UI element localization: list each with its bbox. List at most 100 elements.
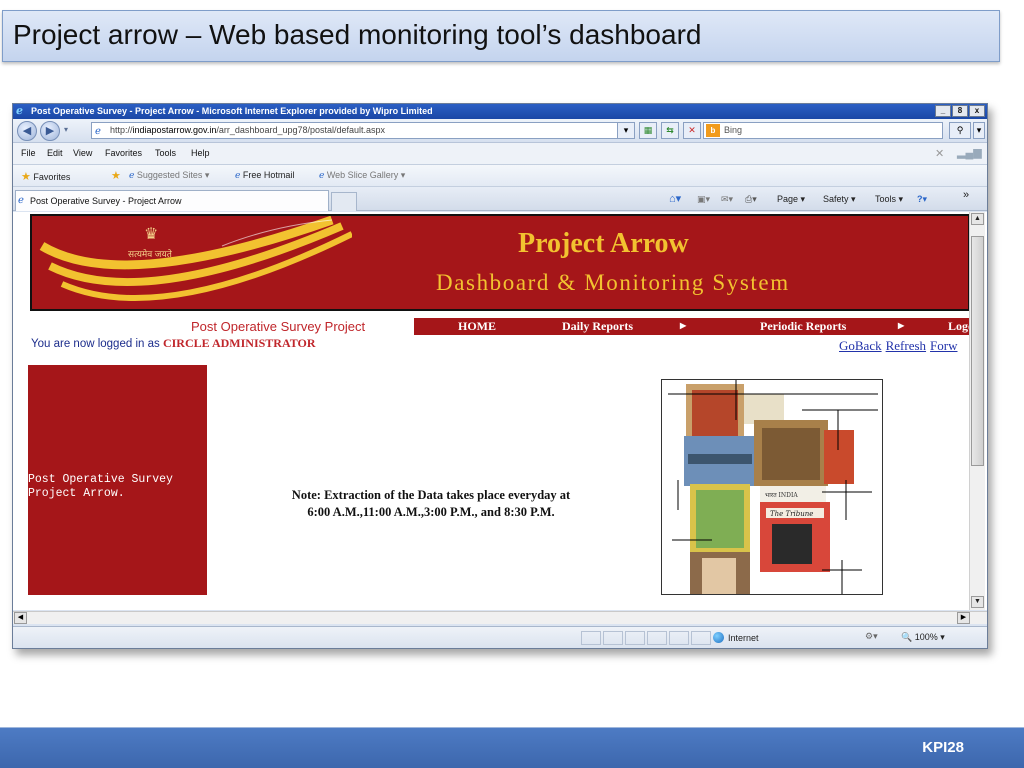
signal-icon: ▂▄▆: [957, 147, 982, 159]
stamp-collage-image: भारत INDIA The Tribune: [661, 379, 883, 595]
mail-icon[interactable]: ✉▾: [721, 194, 733, 205]
scroll-down-icon[interactable]: ▼: [971, 596, 984, 608]
zoom-icon: 🔍: [901, 632, 913, 642]
help-icon[interactable]: ?▾: [917, 194, 927, 205]
home-icon[interactable]: ⌂▾: [669, 192, 681, 205]
ie-logo-icon: ℯ: [16, 105, 23, 117]
site-nav: HOME Daily Reports ▶ Periodic Reports ▶ …: [414, 318, 974, 335]
login-status: You are now logged in as CIRCLE ADMINIST…: [31, 336, 316, 351]
login-prefix: You are now logged in as: [31, 338, 160, 350]
status-bar: Internet ⚙▾ 🔍 100% ▾: [13, 626, 987, 648]
scroll-right-icon[interactable]: ▶: [957, 612, 970, 624]
refresh-link[interactable]: Refresh: [886, 338, 926, 353]
new-tab-button[interactable]: [331, 192, 357, 211]
bing-logo-icon: b: [706, 124, 720, 137]
protected-mode-icon[interactable]: ⚙▾: [865, 631, 878, 642]
search-input[interactable]: b Bing: [703, 122, 943, 139]
scroll-up-icon[interactable]: ▲: [971, 213, 984, 225]
favorites-bar: ★ Favorites ★ ℯ Suggested Sites ▾ ℯ Free…: [13, 165, 987, 187]
address-bar[interactable]: ℯ http://indiapostarrow.gov.in/arr_dashb…: [91, 122, 621, 139]
zoom-level: 100%: [914, 632, 938, 642]
favorites-label: Favorites: [33, 172, 71, 182]
stop-icon[interactable]: ✕: [683, 122, 701, 139]
extraction-note: Note: Extraction of the Data takes place…: [291, 488, 571, 519]
stamp-tribune-text: The Tribune: [770, 510, 813, 518]
refresh-icon[interactable]: ⇆: [661, 122, 679, 139]
menu-view[interactable]: View: [73, 148, 92, 158]
status-cell: [669, 631, 689, 645]
add-favorites-icon[interactable]: ★: [111, 169, 121, 182]
vertical-scroll-thumb[interactable]: [971, 236, 984, 466]
periodic-reports-arrow-icon: ▶: [898, 321, 905, 330]
scroll-left-icon[interactable]: ◀: [14, 612, 27, 624]
feeds-icon[interactable]: ▣▾: [697, 194, 710, 205]
status-cell: [691, 631, 711, 645]
free-hotmail-link[interactable]: ℯ Free Hotmail: [235, 170, 294, 181]
history-dropdown-icon[interactable]: ▾: [64, 125, 68, 134]
daily-reports-arrow-icon: ▶: [680, 321, 687, 330]
horizontal-scrollbar[interactable]: ◀ ▶: [13, 611, 987, 624]
status-cell: [625, 631, 645, 645]
page-menu[interactable]: Page ▾: [777, 194, 805, 205]
web-slice-gallery-link[interactable]: ℯ Web Slice Gallery ▾: [319, 170, 405, 181]
print-icon[interactable]: ⎙▾: [745, 194, 757, 205]
page-icon: ℯ: [95, 126, 101, 137]
browser-tab[interactable]: ℯ Post Operative Survey - Project Arrow: [15, 190, 329, 211]
vertical-scrollbar[interactable]: ▲ ▼: [969, 212, 985, 610]
ie-page-icon: ℯ: [235, 170, 241, 180]
menu-edit[interactable]: Edit: [47, 148, 63, 158]
suggested-sites-link[interactable]: ℯ Suggested Sites ▾: [129, 170, 209, 181]
search-icon[interactable]: ⚲: [949, 122, 971, 139]
banner-title: Project Arrow: [518, 228, 689, 259]
forward-button[interactable]: ▶: [40, 121, 60, 141]
page-links: GoBack Refresh Forw: [839, 338, 962, 354]
free-hotmail-label: Free Hotmail: [242, 170, 295, 180]
close-toolbar-icon[interactable]: ✕: [935, 147, 944, 160]
tools-menu[interactable]: Tools ▾: [875, 194, 903, 205]
status-cell: [581, 631, 601, 645]
page-viewport: ♛ सत्यमेव जयते Project Arrow Dashboard &…: [13, 212, 987, 610]
web-slice-gallery-label: Web Slice Gallery ▾: [326, 170, 406, 180]
address-dropdown-button[interactable]: ▾: [617, 122, 635, 139]
minimize-button[interactable]: _: [935, 105, 951, 117]
favorites-star-icon: ★: [21, 171, 31, 183]
ashoka-emblem-icon: ♛: [144, 226, 159, 243]
compatibility-view-icon[interactable]: ▦: [639, 122, 657, 139]
menu-help[interactable]: Help: [191, 148, 210, 158]
suggested-sites-label: Suggested Sites ▾: [136, 170, 210, 180]
menu-tools[interactable]: Tools: [155, 148, 176, 158]
favorites-button[interactable]: ★ Favorites: [21, 170, 70, 183]
address-prefix: http://: [110, 125, 133, 135]
search-options-icon[interactable]: ▾: [973, 122, 985, 139]
goback-link[interactable]: GoBack: [839, 338, 882, 353]
search-engine-label: Bing: [724, 125, 743, 135]
back-button[interactable]: ◀: [17, 121, 37, 141]
close-button[interactable]: x: [969, 105, 985, 117]
chevron-more-icon[interactable]: »: [963, 189, 969, 201]
security-zone: Internet: [713, 632, 759, 643]
browser-titlebar: ℯ Post Operative Survey - Project Arrow …: [13, 104, 987, 119]
zone-label: Internet: [728, 633, 759, 643]
safety-menu[interactable]: Safety ▾: [823, 194, 856, 205]
forward-link[interactable]: Forw: [930, 338, 957, 353]
stamp-india-text: भारत INDIA: [765, 492, 798, 499]
slide-title: Project arrow – Web based monitoring too…: [2, 10, 1000, 62]
zoom-control[interactable]: 🔍 100% ▾: [901, 632, 945, 643]
nav-home[interactable]: HOME: [458, 319, 496, 334]
site-banner: ♛ सत्यमेव जयते Project Arrow Dashboard &…: [30, 214, 970, 311]
nav-daily-reports[interactable]: Daily Reports: [562, 319, 633, 334]
side-panel: Post Operative Survey Project Arrow.: [28, 365, 207, 595]
tab-row: ℯ Post Operative Survey - Project Arrow …: [13, 187, 987, 211]
user-role: CIRCLE ADMINISTRATOR: [162, 336, 316, 350]
project-label: Post Operative Survey Project: [191, 319, 366, 334]
maximize-button[interactable]: 8: [952, 105, 968, 117]
address-row: ◀ ▶ ▾ ℯ http://indiapostarrow.gov.in/arr…: [13, 119, 987, 143]
banner-subtitle: Dashboard & Monitoring System: [436, 270, 790, 295]
ie-page-icon: ℯ: [129, 170, 135, 180]
menu-file[interactable]: File: [21, 148, 36, 158]
india-post-swoosh-logo: [39, 216, 352, 301]
globe-icon: [713, 632, 724, 643]
menu-favorites[interactable]: Favorites: [105, 148, 142, 158]
nav-periodic-reports[interactable]: Periodic Reports: [760, 319, 846, 334]
address-path: /arr_dashboard_upg78/postal/default.aspx: [216, 125, 386, 135]
